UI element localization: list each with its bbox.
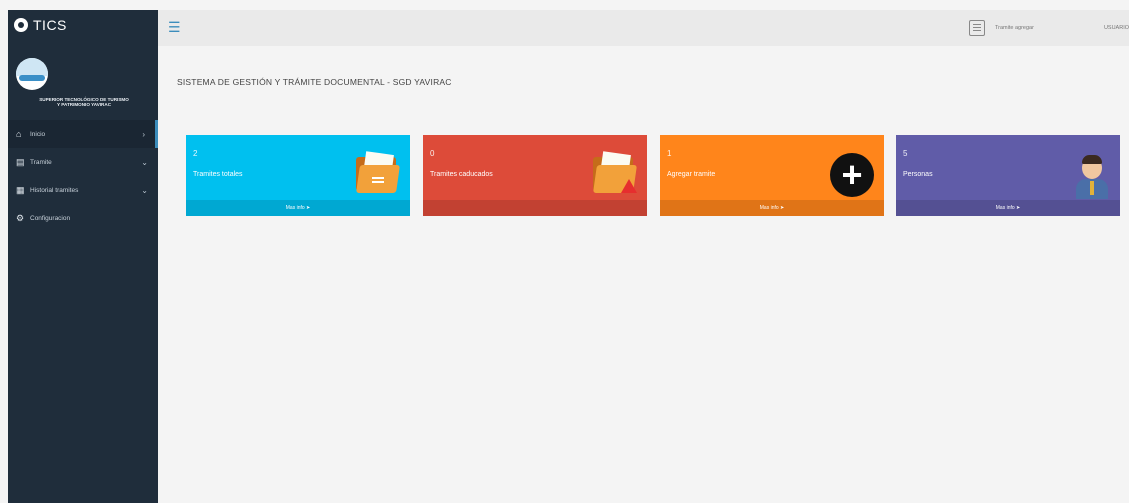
box-label: Tramites totales — [193, 171, 243, 178]
logo-icon — [14, 18, 28, 32]
folder-icon — [356, 151, 400, 193]
chevron-down-icon: ⌄ — [141, 157, 148, 167]
info-box-tramites-caducados: 0 Tramites caducados — [423, 135, 647, 216]
box-number: 0 — [430, 149, 435, 158]
box-footer-label: Mas info — [995, 205, 1015, 211]
sidebar-item-historial[interactable]: ▦ Historial tramites ⌄ — [8, 176, 158, 204]
person-icon — [1074, 153, 1110, 199]
arrow-circle-right-icon: ➤ — [780, 205, 785, 211]
hamburger-icon[interactable]: ☰ — [168, 20, 181, 34]
box-number: 1 — [667, 149, 672, 158]
box-label: Tramites caducados — [430, 171, 493, 178]
file-icon: ▤ — [16, 156, 25, 167]
calendar-icon: ▦ — [16, 184, 25, 195]
user-panel: SUPERIOR TECNOLÓGICO DE TURISMO Y PATRIM… — [8, 40, 158, 112]
sidebar-item-label: Inicio — [30, 130, 46, 138]
sidebar-item-label: Tramite — [30, 158, 52, 166]
brand-name: TICS — [33, 17, 67, 33]
sidebar-item-tramite[interactable]: ▤ Tramite ⌄ — [8, 148, 158, 176]
info-box-personas: 5 Personas Mas info ➤ — [896, 135, 1120, 216]
info-box-agregar-tramite: 1 Agregar tramite + Mas info ➤ — [660, 135, 884, 216]
arrow-circle-right-icon: ➤ — [306, 205, 311, 211]
plus-circle-icon: + — [830, 153, 874, 197]
sidebar-item-label: Historial tramites — [30, 186, 79, 194]
info-box-tramites-totales: 2 Tramites totales Mas info ➤ — [186, 135, 410, 216]
sidebar-item-configuracion[interactable]: ⚙ Configuracion — [8, 204, 158, 232]
box-number: 2 — [193, 149, 198, 158]
sidebar-item-label: Configuracion — [30, 214, 71, 222]
box-footer-label: Mas info — [759, 205, 779, 211]
sidebar: TICS SUPERIOR TECNOLÓGICO DE TURISMO Y P… — [8, 10, 158, 503]
home-icon: ⌂ — [16, 129, 22, 139]
box-label: Personas — [903, 171, 933, 178]
box-footer-label: Mas info — [285, 205, 305, 211]
arrow-circle-right-icon: ➤ — [1016, 205, 1021, 211]
folder-warning-icon — [593, 151, 637, 193]
gear-icon: ⚙ — [16, 212, 25, 223]
page-title: SISTEMA DE GESTIÓN Y TRÁMITE DOCUMENTAL … — [177, 77, 452, 87]
navbar-right: Tramite agregar USUARIO — [969, 10, 1129, 46]
sidebar-item-inicio[interactable]: ⌂ Inicio › — [8, 120, 158, 148]
chevron-down-icon: ⌄ — [141, 185, 148, 195]
avatar — [16, 58, 48, 90]
top-navbar: ☰ Tramite agregar USUARIO — [158, 10, 1129, 46]
chevron-right-icon: › — [142, 129, 145, 139]
box-label: Agregar tramite — [667, 171, 716, 178]
box-more-info-link[interactable]: Mas info ➤ — [660, 200, 884, 216]
brand[interactable]: TICS — [8, 10, 158, 40]
institution-name: SUPERIOR TECNOLÓGICO DE TURISMO Y PATRIM… — [10, 97, 158, 107]
sidebar-menu: ⌂ Inicio › ▤ Tramite ⌄ ▦ Historial trami… — [8, 120, 158, 232]
document-icon — [969, 20, 986, 36]
user-menu[interactable]: USUARIO — [1104, 25, 1129, 31]
box-more-info-link[interactable] — [423, 200, 647, 216]
box-number: 5 — [903, 149, 908, 158]
tramite-agregar-link[interactable]: Tramite agregar — [995, 25, 1034, 31]
box-more-info-link[interactable]: Mas info ➤ — [896, 200, 1120, 216]
box-more-info-link[interactable]: Mas info ➤ — [186, 200, 410, 216]
institution-line-2: Y PATRIMONIO YAVIRAC — [56, 102, 112, 107]
